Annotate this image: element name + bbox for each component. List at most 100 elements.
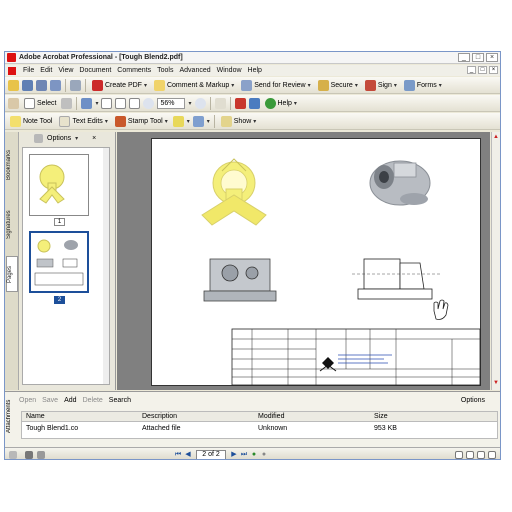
table-row[interactable]: Tough Blend1.co Attached file Unknown 95… xyxy=(22,424,497,434)
menu-comments[interactable]: Comments xyxy=(114,67,154,74)
close-button[interactable]: × xyxy=(486,53,498,62)
page-layout-icon[interactable] xyxy=(25,450,33,459)
zoom-in-icon[interactable] xyxy=(194,97,206,109)
highlighter-icon[interactable] xyxy=(172,115,184,127)
zoom-input[interactable]: 56% xyxy=(157,97,186,109)
prev-page-arrow-icon[interactable]: ▲ xyxy=(493,134,499,140)
page-thumbnail-2[interactable] xyxy=(29,231,89,293)
binoculars-icon[interactable] xyxy=(70,79,81,91)
forms-button[interactable]: Forms ▾ xyxy=(402,78,444,92)
maximize-button[interactable]: □ xyxy=(472,53,484,62)
stamp-tool-button[interactable]: Stamp Tool ▾ xyxy=(113,114,170,128)
page-thumbnail-1[interactable] xyxy=(29,154,89,216)
attachments-options-menu[interactable]: Options xyxy=(461,397,499,404)
zoom-icon[interactable] xyxy=(81,97,93,109)
menu-window[interactable]: Window xyxy=(214,67,245,74)
fit-page-icon[interactable] xyxy=(115,97,127,109)
show-button[interactable]: Show ▾ xyxy=(219,114,259,128)
navigation-toolbar: Select ▾ 56% ▾ Help ▾ xyxy=(5,95,500,112)
rotate-icon[interactable] xyxy=(214,97,226,109)
create-pdf-icon xyxy=(92,79,103,91)
tab-signatures[interactable]: Signatures xyxy=(6,200,18,250)
paperclip-icon[interactable] xyxy=(9,450,17,459)
search-attachment-button[interactable]: Search xyxy=(109,397,131,404)
tab-bookmarks[interactable]: Bookmarks xyxy=(6,136,18,194)
menu-edit[interactable]: Edit xyxy=(37,67,55,74)
menu-document[interactable]: Document xyxy=(76,67,114,74)
chevron-down-icon[interactable]: ▾ xyxy=(207,118,210,125)
trash-icon[interactable] xyxy=(34,134,43,143)
comment-markup-button[interactable]: Comment & Markup ▾ xyxy=(152,78,236,92)
hand-tool-icon[interactable] xyxy=(8,97,19,109)
attachment-size: 953 KB xyxy=(374,425,397,432)
comment-markup-label: Comment & Markup xyxy=(166,81,230,89)
column-size[interactable]: Size xyxy=(374,413,388,420)
doc-restore-button[interactable]: □ xyxy=(478,66,487,74)
save-attachment-button[interactable]: Save xyxy=(42,397,58,404)
chevron-down-icon[interactable]: ▾ xyxy=(75,135,78,142)
text-edits-label: Text Edits xyxy=(72,117,103,125)
engineering-drawing xyxy=(201,158,481,386)
select-tool-button[interactable]: Select xyxy=(22,96,58,110)
options-menu[interactable]: Options xyxy=(47,135,71,142)
snapshot-icon[interactable] xyxy=(61,97,73,109)
drawing-tools-icon[interactable] xyxy=(192,115,204,127)
facing-icon[interactable] xyxy=(477,450,485,459)
help-icon xyxy=(264,97,276,109)
first-page-button[interactable]: ⏮ xyxy=(173,450,183,460)
yahoo-toolbar-icon[interactable] xyxy=(234,97,246,109)
continuous-facing-icon[interactable] xyxy=(488,450,496,459)
secure-button[interactable]: Secure ▾ xyxy=(316,78,360,92)
minimize-button[interactable]: _ xyxy=(458,53,470,62)
last-page-button[interactable]: ⏭ xyxy=(239,450,249,460)
save-icon[interactable] xyxy=(22,79,33,91)
column-modified[interactable]: Modified xyxy=(258,413,284,420)
help-button[interactable]: Help ▾ xyxy=(263,96,299,110)
next-page-button[interactable]: ▶ xyxy=(229,450,239,460)
column-name[interactable]: Name xyxy=(26,413,45,420)
open-attachment-button[interactable]: Open xyxy=(19,397,36,404)
email-icon[interactable] xyxy=(50,79,61,91)
title-bar: Adobe Acrobat Professional - [Tough Blen… xyxy=(5,52,500,64)
close-panel-icon[interactable]: × xyxy=(92,135,96,142)
globe-icon[interactable] xyxy=(248,97,260,109)
fit-width-icon[interactable] xyxy=(129,97,141,109)
sign-button[interactable]: Sign ▾ xyxy=(363,78,399,92)
page-size-icon[interactable] xyxy=(37,450,45,459)
tab-attachments[interactable]: Attachments xyxy=(6,394,18,439)
chevron-down-icon[interactable]: ▾ xyxy=(188,100,191,107)
single-page-icon[interactable] xyxy=(455,450,463,459)
actual-size-icon[interactable] xyxy=(101,97,113,109)
menu-advanced[interactable]: Advanced xyxy=(176,67,213,74)
front-view-drawing xyxy=(203,258,277,302)
send-for-review-button[interactable]: Send for Review ▾ xyxy=(239,78,312,92)
continuous-icon[interactable] xyxy=(466,450,474,459)
chevron-down-icon[interactable]: ▾ xyxy=(187,118,190,125)
open-folder-icon[interactable] xyxy=(8,79,19,91)
add-attachment-button[interactable]: Add xyxy=(64,397,76,404)
page-number-input[interactable]: 2 of 2 xyxy=(196,449,226,459)
text-edits-button[interactable]: Text Edits ▾ xyxy=(57,114,109,128)
lock-icon xyxy=(317,79,329,91)
create-pdf-button[interactable]: Create PDF ▾ xyxy=(90,78,149,92)
print-icon[interactable] xyxy=(36,79,47,91)
note-icon xyxy=(10,115,21,127)
previous-view-button[interactable]: ● xyxy=(249,450,259,460)
vertical-scrollbar[interactable]: ▲ ▼ xyxy=(491,132,500,390)
menu-tools[interactable]: Tools xyxy=(154,67,176,74)
doc-minimize-button[interactable]: _ xyxy=(467,66,476,74)
zoom-out-icon[interactable] xyxy=(143,97,155,109)
tab-pages[interactable]: Pages xyxy=(6,256,18,292)
note-tool-button[interactable]: Note Tool xyxy=(8,114,54,128)
delete-attachment-button[interactable]: Delete xyxy=(83,397,103,404)
thumbnails-scrollbar[interactable] xyxy=(103,148,109,384)
menu-file[interactable]: File xyxy=(20,67,37,74)
menu-help[interactable]: Help xyxy=(245,67,265,74)
menu-view[interactable]: View xyxy=(55,67,76,74)
previous-page-button[interactable]: ◀ xyxy=(183,450,193,460)
doc-close-button[interactable]: × xyxy=(489,66,498,74)
column-description[interactable]: Description xyxy=(142,413,177,420)
next-page-arrow-icon[interactable]: ▼ xyxy=(493,380,499,386)
next-view-button[interactable]: ● xyxy=(259,450,269,460)
chevron-down-icon[interactable]: ▾ xyxy=(95,100,98,107)
